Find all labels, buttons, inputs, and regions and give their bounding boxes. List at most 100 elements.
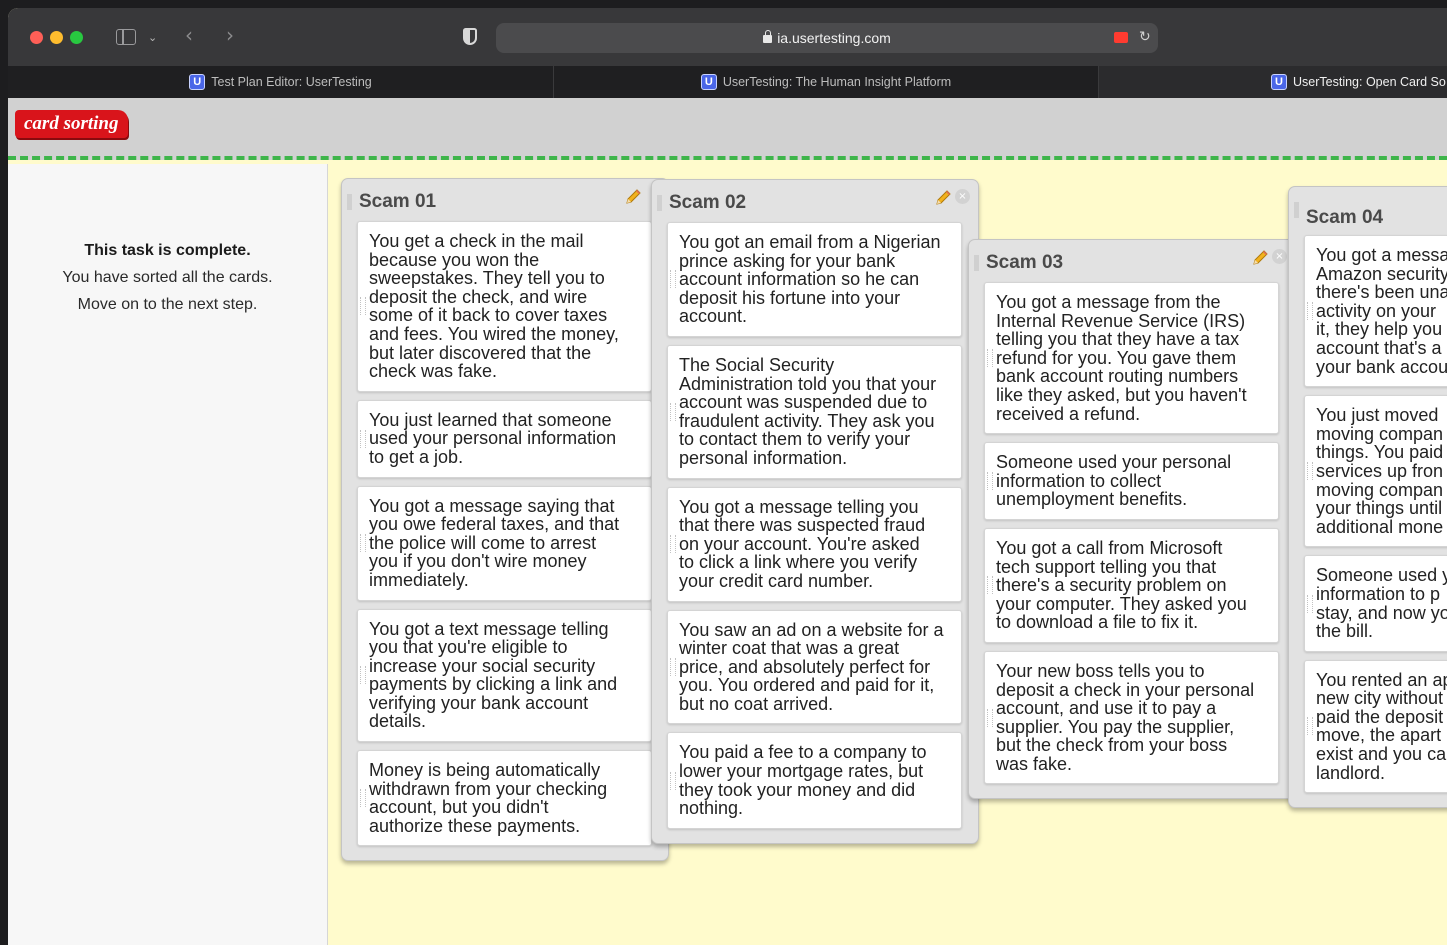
- category-board[interactable]: Scam 03 × You got a message from the Intern…: [968, 239, 1296, 800]
- card-text-line: received a refund.: [996, 403, 1141, 424]
- sort-card[interactable]: You just learned that someone used your p…: [357, 399, 652, 478]
- board-header[interactable]: Scam 03 ×: [974, 240, 1287, 282]
- sort-card[interactable]: You rented an ap new city without paid the…: [1304, 659, 1447, 794]
- sort-card[interactable]: Someone used y information to p stay, and …: [1304, 555, 1447, 652]
- card-text-line: personal information.: [679, 447, 848, 468]
- chevron-down-icon[interactable]: ⌄: [148, 30, 157, 45]
- sort-card[interactable]: You got a message telling you that there …: [667, 486, 962, 602]
- card-text-line: You get a check in the mail: [369, 231, 584, 251]
- address-bar[interactable]: ia.usertesting.com: [496, 23, 1158, 53]
- screen-recording-icon[interactable]: [1114, 32, 1128, 43]
- board-title[interactable]: Scam 03: [986, 252, 1063, 274]
- sort-card[interactable]: Your new boss tells you to deposit a chec…: [984, 650, 1279, 785]
- card-text-line: You rented an ap: [1316, 669, 1447, 690]
- tab-human-insight-platform[interactable]: U UserTesting: The Human Insight Platform: [554, 66, 1099, 98]
- tab-open-card-sort[interactable]: U UserTesting: Open Card So: [1099, 66, 1447, 98]
- card-text-line: increase your social security: [369, 655, 596, 676]
- board-title[interactable]: Scam 02: [669, 192, 746, 214]
- app-header: card sorting: [8, 98, 1447, 160]
- sort-card[interactable]: You paid a fee to a company to lower your…: [667, 732, 962, 829]
- card-text-line: authorize these payments.: [369, 815, 581, 836]
- card-text-line: new city without: [1316, 688, 1444, 709]
- card-text-line: details.: [369, 711, 427, 732]
- zoom-window-button[interactable]: [70, 31, 83, 44]
- close-board-icon[interactable]: ×: [955, 189, 970, 204]
- usertesting-favicon-icon: U: [189, 74, 206, 90]
- board-header[interactable]: Scam 02 ×: [657, 180, 970, 222]
- card-text-line: like they asked, but you haven't: [996, 384, 1247, 405]
- card-text-line: You got a messa: [1316, 245, 1447, 265]
- card-list: You get a check in the mail because you w…: [357, 221, 652, 847]
- card-text-line: but no coat arrived.: [679, 693, 834, 714]
- sort-card[interactable]: You got a messa Amazon security there's be…: [1304, 235, 1447, 388]
- tab-test-plan-editor[interactable]: U Test Plan Editor: UserTesting: [8, 66, 554, 98]
- card-text-line: account information so he can: [679, 269, 920, 290]
- lock-icon: [763, 30, 773, 43]
- card-text-line: You just moved: [1316, 405, 1439, 426]
- usertesting-favicon-icon: U: [700, 74, 717, 90]
- sort-card[interactable]: You got a message saying that you owe fed…: [357, 485, 652, 601]
- drag-handle[interactable]: [347, 194, 352, 210]
- category-board[interactable]: Scam 01 You get a check in the mail becaus…: [341, 178, 669, 862]
- drag-handle[interactable]: [657, 195, 662, 211]
- sort-card[interactable]: You saw an ad on a website for a winter c…: [667, 609, 962, 725]
- card-text-line: stay, and now yo: [1316, 602, 1447, 623]
- card-text-line: account that's a: [1316, 337, 1442, 358]
- card-text-line: but later discovered that the: [369, 342, 592, 363]
- card-text-line: fraudulent activity. They ask you: [679, 410, 935, 431]
- close-window-button[interactable]: [30, 31, 43, 44]
- edit-pencil-icon[interactable]: [934, 189, 952, 207]
- card-text-line: Your new boss tells you to: [996, 660, 1205, 681]
- card-text-line: You got an email from a Nigerian: [679, 232, 941, 252]
- card-text-line: telling you that they have a tax: [996, 329, 1240, 350]
- sort-card[interactable]: You got an email from a Nigerian prince a…: [667, 222, 962, 337]
- sort-card[interactable]: You got a message from the Internal Reven…: [984, 282, 1279, 435]
- card-text-line: on your account. You're asked: [679, 533, 920, 554]
- board-header[interactable]: Scam 01: [347, 179, 652, 221]
- drag-handle[interactable]: [1294, 202, 1299, 218]
- usertesting-favicon-icon: U: [1271, 74, 1287, 90]
- forward-arrow-icon[interactable]: ›: [226, 25, 234, 45]
- sort-card[interactable]: Money is being automatically withdrawn fr…: [357, 750, 652, 847]
- privacy-shield-icon[interactable]: [463, 28, 477, 45]
- edit-pencil-icon[interactable]: [624, 188, 642, 206]
- card-text-line: Money is being automatically: [369, 760, 601, 781]
- url-display[interactable]: ia.usertesting.com: [496, 30, 1158, 46]
- minimize-window-button[interactable]: [50, 31, 63, 44]
- sort-card[interactable]: You just moved moving compan things. You p…: [1304, 395, 1447, 548]
- tab-label: UserTesting: Open Card So: [1293, 75, 1446, 89]
- card-sorting-logo: card sorting: [15, 110, 128, 138]
- drag-handle[interactable]: [974, 255, 979, 271]
- card-text-line: account.: [679, 306, 748, 327]
- card-text-line: lower your mortgage rates, but: [679, 761, 924, 782]
- card-text-line: sweepstakes. They tell you to: [369, 268, 605, 289]
- sort-card[interactable]: You got a text message telling you that y…: [357, 608, 652, 743]
- reload-icon[interactable]: ↻: [1139, 29, 1151, 45]
- board-title[interactable]: Scam 04: [1306, 207, 1383, 229]
- sort-card[interactable]: Someone used your personal information to…: [984, 442, 1279, 520]
- card-text-line: there's a security problem on: [996, 575, 1227, 596]
- card-text-line: withdrawn from your checking: [369, 778, 608, 799]
- card-text-line: Someone used y: [1316, 565, 1447, 586]
- status-panel: This task is complete. You have sorted a…: [8, 164, 328, 945]
- edit-pencil-icon[interactable]: [1251, 249, 1269, 267]
- card-text-line: because you won the: [369, 249, 540, 270]
- card-text-line: they took your money and did: [679, 779, 916, 800]
- card-text-line: account was suspended due to: [679, 392, 928, 413]
- sort-card[interactable]: The Social Security Administration told y…: [667, 344, 962, 479]
- card-text-line: deposit the check, and wire: [369, 286, 588, 307]
- sort-card[interactable]: You got a call from Microsoft tech suppor…: [984, 527, 1279, 643]
- card-list: You got a message from the Internal Reven…: [984, 282, 1279, 785]
- close-board-icon[interactable]: ×: [1272, 249, 1287, 264]
- board-header[interactable]: Scam 04: [1294, 187, 1447, 235]
- back-arrow-icon[interactable]: ‹: [185, 25, 193, 45]
- card-text-line: your credit card number.: [679, 570, 874, 591]
- sort-card[interactable]: You get a check in the mail because you w…: [357, 221, 652, 392]
- card-text-line: services up fron: [1316, 460, 1444, 481]
- sidebar-toggle-icon[interactable]: [116, 29, 136, 45]
- category-board[interactable]: Scam 02 × You got an email from a Nigerian…: [651, 179, 979, 844]
- card-text-line: that there was suspected fraud: [679, 515, 926, 536]
- category-board[interactable]: Scam 04 You got a messa Amazon security the…: [1288, 186, 1447, 809]
- card-text-line: You paid a fee to a company to: [679, 742, 927, 763]
- board-title[interactable]: Scam 01: [359, 191, 436, 213]
